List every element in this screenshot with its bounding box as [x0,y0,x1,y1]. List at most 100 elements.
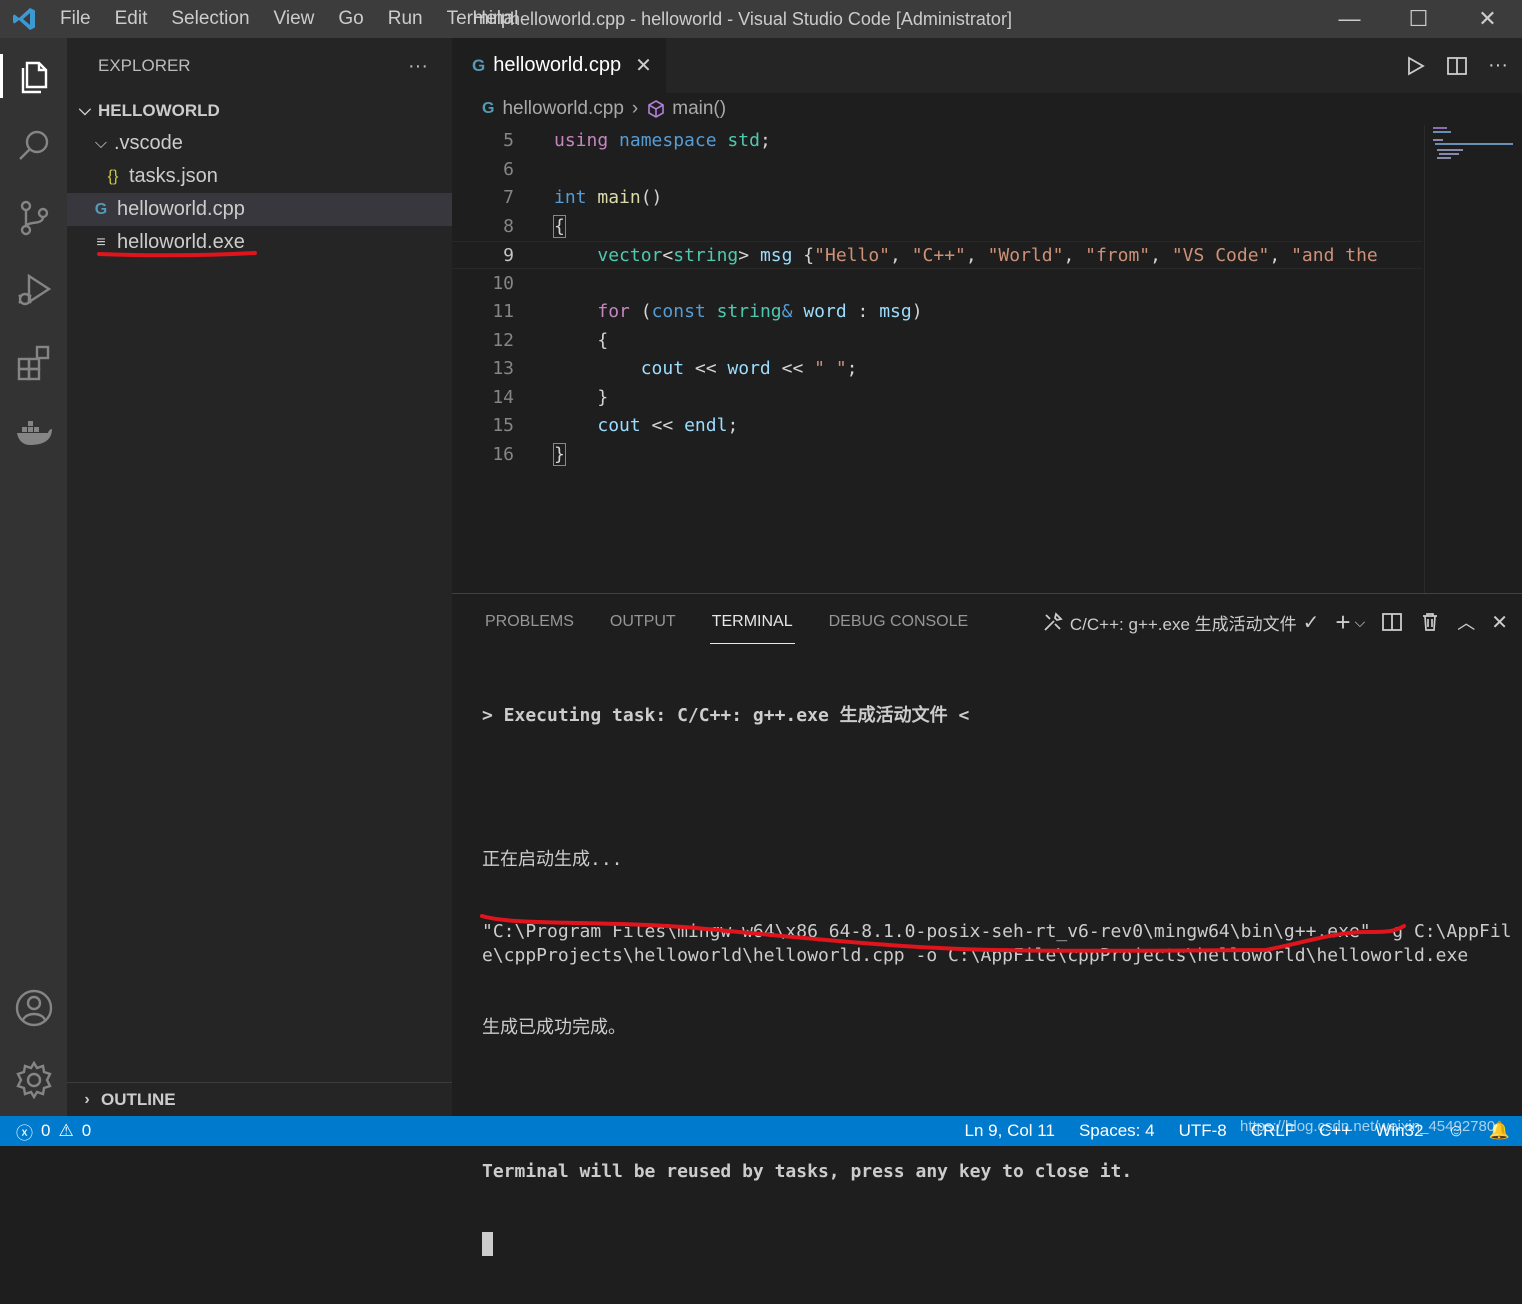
window-controls: — ☐ ✕ [1315,0,1522,38]
breadcrumb-file[interactable]: helloworld.cpp [502,98,623,120]
menu-file[interactable]: File [48,0,103,38]
tab-problems[interactable]: PROBLEMS [485,594,574,650]
terminal-line: 正在启动生成... [482,849,623,870]
cursor-position[interactable]: Ln 9, Col 11 [965,1121,1055,1141]
tab-helloworld-cpp[interactable]: G helloworld.cpp ✕ [452,38,666,93]
minimize-button[interactable]: — [1315,0,1384,38]
tree-item-tasks-json[interactable]: {} tasks.json [67,160,452,193]
code-line: 16} [492,443,566,466]
tree-item-label: helloworld.cpp [117,198,245,220]
cpp-file-icon: G [472,55,486,75]
terminal-cursor [482,1232,493,1256]
docker-icon[interactable] [0,404,67,464]
explorer-sidebar: EXPLORER ··· ⌵ HELLOWORLD ⌵ .vscode {} t… [67,38,452,1116]
workspace-root-label: HELLOWORLD [98,100,220,120]
problems-status[interactable]: ⓧ 0 ⚠ 0 [16,1119,91,1144]
menu-help[interactable]: Help [460,0,523,38]
menu-view[interactable]: View [262,0,327,38]
explorer-header: EXPLORER ··· [67,38,452,94]
code-line: 10 [492,273,514,294]
split-editor-icon[interactable] [1446,55,1468,77]
settings-gear-icon[interactable] [0,1050,67,1110]
indentation[interactable]: Spaces: 4 [1079,1121,1155,1141]
panel-tabs: PROBLEMS OUTPUT TERMINAL DEBUG CONSOLE [452,594,1004,650]
tree-item-label: .vscode [114,132,183,154]
menu-bar: File Edit Selection View Go Run Terminal… [48,0,524,38]
vscode-logo-icon [0,0,48,38]
code-line: 11 for (const string& word : msg) [492,301,923,322]
extensions-icon[interactable] [0,332,67,392]
more-actions-icon[interactable]: ··· [1488,54,1508,77]
check-icon: ✓ [1302,611,1320,634]
run-debug-icon[interactable] [0,260,67,320]
code-editor[interactable]: 5 using namespace std; 6 7 int main() 8{ 9… [452,125,1522,593]
close-panel-icon[interactable]: ✕ [1491,610,1508,635]
close-window-button[interactable]: ✕ [1453,0,1522,38]
menu-selection[interactable]: Selection [159,0,261,38]
encoding[interactable]: UTF-8 [1179,1121,1227,1141]
run-file-icon[interactable] [1404,55,1426,77]
menu-run[interactable]: Run [376,0,435,38]
tab-label: helloworld.cpp [493,54,622,76]
tab-output[interactable]: OUTPUT [610,594,676,650]
maximize-button[interactable]: ☐ [1384,0,1453,38]
menu-edit[interactable]: Edit [103,0,160,38]
editor-actions: ··· [1404,38,1508,93]
trash-icon[interactable] [1419,611,1441,633]
terminal-line: > Executing task: C/C++: g++.exe 生成活动文件 … [482,705,970,726]
warning-count: 0 [81,1121,92,1140]
warning-icon: ⚠ [58,1121,74,1140]
terminal-line: 生成已成功完成。 [482,1017,626,1038]
chevron-down-icon[interactable]: ⌵ [1355,614,1366,631]
tab-debug-console[interactable]: DEBUG CONSOLE [829,594,969,650]
chevron-down-icon: ⌵ [94,134,108,152]
task-selector-label: C/C++: g++.exe 生成活动文件 [1069,614,1297,634]
chevron-down-icon: ⌵ [78,101,92,119]
json-file-icon: {} [107,167,119,185]
account-icon[interactable] [0,978,67,1038]
workspace-root-folder[interactable]: ⌵ HELLOWORLD [67,94,452,127]
minimap[interactable] [1424,125,1522,593]
outline-label: OUTLINE [101,1089,176,1109]
chevron-right-icon: › [631,98,639,119]
activity-bar [0,38,67,1116]
outline-section[interactable]: › OUTLINE [67,1082,452,1116]
source-control-icon[interactable] [0,188,67,248]
code-line: 7 int main() [503,187,663,208]
breadcrumb: G helloworld.cpp › main() [452,93,1522,125]
code-line: 13 cout << word << " "; [492,358,858,379]
tree-item-vscode-folder[interactable]: ⌵ .vscode [67,127,452,160]
close-tab-icon[interactable]: ✕ [635,53,652,78]
terminal-output[interactable]: > Executing task: C/C++: g++.exe 生成活动文件 … [482,656,1512,1304]
tab-terminal[interactable]: TERMINAL [709,594,795,650]
code-line: 8{ [503,215,566,238]
task-selector[interactable]: C/C++: g++.exe 生成活动文件 ✓ [1042,610,1320,635]
watermark: https://blog.csdn.net/weixin_45492780 [1240,1118,1496,1135]
red-underline-annotation [480,914,1406,953]
new-terminal-plus-icon[interactable]: + [1335,607,1350,638]
editor-tabs: G helloworld.cpp ✕ ··· [452,38,1522,93]
code-line: 15 cout << endl; [492,415,739,436]
code-line: 14 } [492,387,609,408]
code-line: 6 [503,159,514,180]
tree-item-label: tasks.json [129,165,218,187]
split-terminal-icon[interactable] [1381,611,1403,633]
menu-go[interactable]: Go [326,0,375,38]
error-count: 0 [41,1121,51,1140]
tree-item-helloworld-cpp[interactable]: G helloworld.cpp [67,193,452,226]
error-icon: ⓧ [16,1123,33,1143]
search-icon[interactable] [0,116,67,176]
title-bar: File Edit Selection View Go Run Terminal… [0,0,1522,38]
code-line: 12 { [492,330,609,351]
explorer-more-icon[interactable]: ··· [408,55,428,78]
explorer-icon[interactable] [0,46,67,106]
terminal-line: Terminal will be reused by tasks, press … [482,1161,1133,1182]
cpp-file-icon: G [94,200,108,218]
maximize-panel-chevron-icon[interactable]: ︿ [1457,609,1475,635]
method-cube-icon [648,100,665,118]
tools-icon [1044,612,1063,631]
chevron-right-icon: › [84,1090,90,1108]
code-line: 9 vector<string> msg {"Hello", "C++", "W… [452,241,1422,269]
panel-actions: C/C++: g++.exe 生成活动文件 ✓ + ⌵ ︿ ✕ [1042,594,1508,650]
breadcrumb-symbol[interactable]: main() [672,98,726,120]
